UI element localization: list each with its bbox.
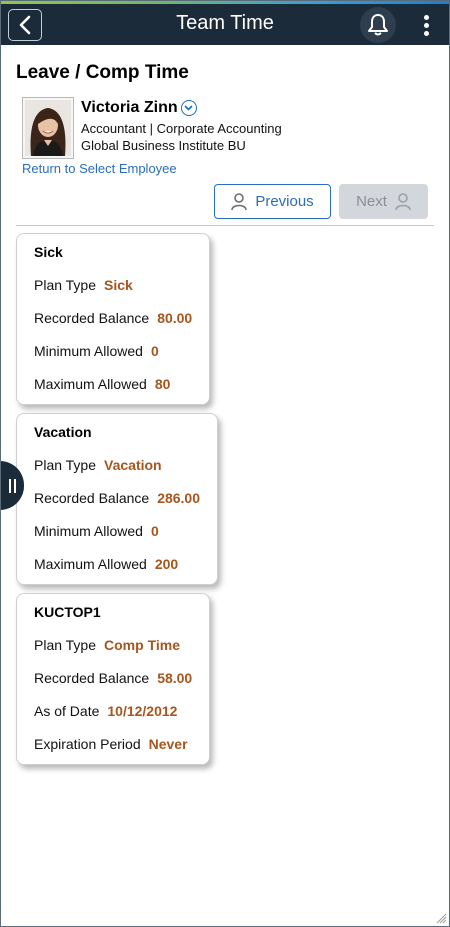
app-header: Team Time bbox=[0, 4, 450, 45]
next-button[interactable]: Next bbox=[339, 184, 428, 219]
chevron-down-icon[interactable] bbox=[180, 100, 197, 116]
person-icon bbox=[395, 192, 411, 210]
row-value: 286.00 bbox=[157, 490, 201, 506]
card-row: Expiration Period Never bbox=[34, 736, 188, 752]
row-label: Minimum Allowed bbox=[34, 343, 143, 359]
employee-job: Accountant | Corporate Accounting bbox=[81, 121, 282, 136]
row-value: Sick bbox=[104, 277, 133, 293]
row-value: 200 bbox=[154, 556, 179, 572]
person-icon bbox=[231, 192, 248, 210]
leave-card-kuctop1: KUCTOP1 Plan Type Comp Time Recorded Bala… bbox=[16, 593, 210, 765]
leave-card-vacation: Vacation Plan Type Vacation Recorded Bala… bbox=[16, 413, 218, 585]
row-label: Maximum Allowed bbox=[34, 376, 147, 392]
bell-icon bbox=[368, 14, 388, 36]
resize-grip-icon[interactable] bbox=[435, 912, 447, 924]
row-label: Plan Type bbox=[34, 277, 97, 293]
card-row: Recorded Balance 58.00 bbox=[34, 670, 192, 686]
row-label: Recorded Balance bbox=[34, 490, 150, 506]
leave-card-sick: Sick Plan Type Sick Recorded Balance 80.00… bbox=[16, 233, 210, 405]
row-value: 80.00 bbox=[157, 310, 193, 326]
card-row: Minimum Allowed 0 bbox=[34, 523, 159, 539]
row-label: Plan Type bbox=[34, 457, 97, 473]
row-value: 80 bbox=[154, 376, 171, 392]
card-row: Recorded Balance 286.00 bbox=[34, 490, 200, 506]
row-value: 58.00 bbox=[157, 670, 193, 686]
row-label: Recorded Balance bbox=[34, 310, 150, 326]
previous-button[interactable]: Previous bbox=[214, 184, 331, 219]
row-label: As of Date bbox=[34, 703, 100, 719]
row-label: Plan Type bbox=[34, 637, 97, 653]
employee-org: Global Business Institute BU bbox=[81, 138, 246, 153]
previous-label: Previous bbox=[255, 193, 314, 210]
row-label: Maximum Allowed bbox=[34, 556, 147, 572]
row-value: 0 bbox=[150, 523, 159, 539]
card-title: Sick bbox=[34, 244, 63, 260]
card-row: Minimum Allowed 0 bbox=[34, 343, 159, 359]
page-title: Leave / Comp Time bbox=[16, 62, 189, 83]
card-title: Vacation bbox=[34, 424, 92, 440]
notifications-button[interactable] bbox=[360, 7, 396, 43]
employee-avatar bbox=[22, 97, 74, 159]
row-value: 0 bbox=[150, 343, 159, 359]
row-label: Recorded Balance bbox=[34, 670, 150, 686]
row-label: Minimum Allowed bbox=[34, 523, 143, 539]
row-label: Expiration Period bbox=[34, 736, 141, 752]
return-to-select-employee-link[interactable]: Return to Select Employee bbox=[22, 161, 177, 176]
row-value: Never bbox=[148, 736, 188, 752]
divider bbox=[16, 225, 434, 226]
card-row: As of Date 10/12/2012 bbox=[34, 703, 177, 719]
row-value: Comp Time bbox=[104, 637, 180, 653]
more-vertical-icon[interactable] bbox=[416, 10, 436, 40]
next-label: Next bbox=[356, 193, 387, 210]
card-row: Maximum Allowed 80 bbox=[34, 376, 170, 392]
row-value: 10/12/2012 bbox=[107, 703, 178, 719]
card-row: Plan Type Sick bbox=[34, 277, 133, 293]
card-row: Maximum Allowed 200 bbox=[34, 556, 178, 572]
employee-name: Victoria Zinn bbox=[81, 99, 197, 117]
card-title: KUCTOP1 bbox=[34, 604, 101, 620]
card-row: Plan Type Vacation bbox=[34, 457, 162, 473]
card-row: Recorded Balance 80.00 bbox=[34, 310, 192, 326]
row-value: Vacation bbox=[104, 457, 162, 473]
employee-name-text: Victoria Zinn bbox=[81, 99, 178, 116]
card-row: Plan Type Comp Time bbox=[34, 637, 180, 653]
